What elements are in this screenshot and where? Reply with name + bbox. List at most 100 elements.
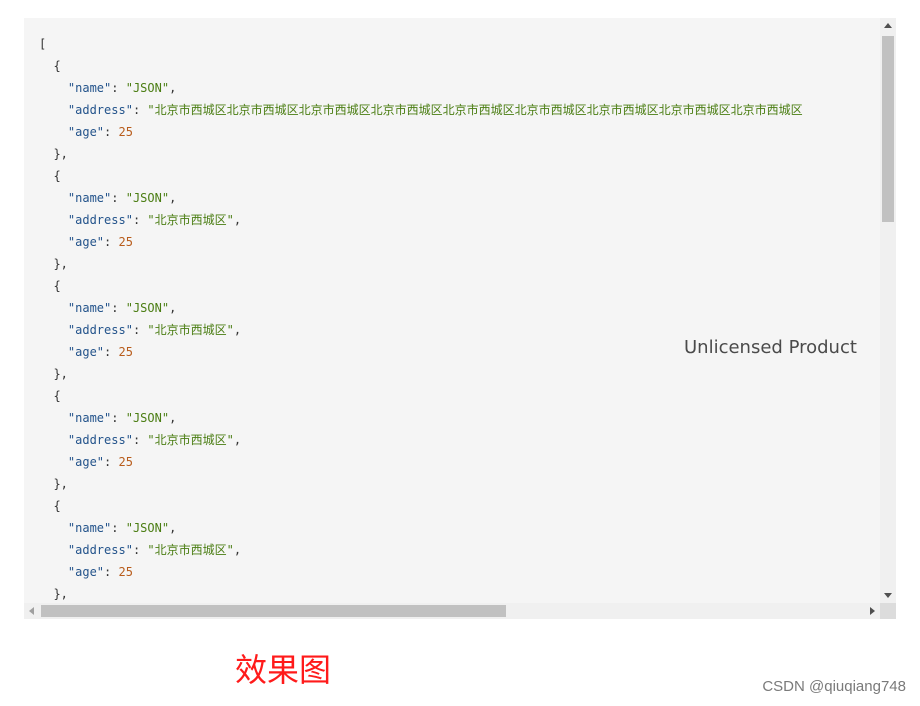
- json-punctuation: [39, 565, 68, 579]
- scrollbar-corner: [880, 603, 896, 619]
- code-line: "address": "北京市西城区",: [39, 539, 803, 561]
- code-line: "address": "北京市西城区北京市西城区北京市西城区北京市西城区北京市西…: [39, 99, 803, 121]
- json-key: "name": [67, 301, 112, 315]
- json-punctuation: :: [104, 235, 119, 249]
- json-punctuation: :: [104, 565, 119, 579]
- json-string-value: "JSON": [125, 191, 170, 205]
- unlicensed-watermark: Unlicensed Product: [684, 337, 857, 358]
- code-line: },: [39, 253, 803, 275]
- json-punctuation: ,: [233, 213, 242, 227]
- json-number-value: 25: [118, 345, 133, 359]
- json-string-value: "北京市西城区": [147, 323, 234, 337]
- json-key: "age": [67, 565, 105, 579]
- json-punctuation: :: [132, 543, 148, 557]
- json-key: "name": [67, 411, 112, 425]
- json-punctuation: [39, 521, 68, 535]
- json-punctuation: [39, 103, 68, 117]
- code-line: },: [39, 143, 803, 165]
- json-key: "age": [67, 125, 105, 139]
- json-punctuation: ,: [233, 433, 242, 447]
- json-punctuation: :: [104, 455, 119, 469]
- vertical-scroll-thumb[interactable]: [882, 36, 894, 222]
- json-punctuation: :: [111, 411, 126, 425]
- json-punctuation: [39, 125, 68, 139]
- code-line: {: [39, 275, 803, 297]
- json-string-value: "JSON": [125, 301, 170, 315]
- code-line: },: [39, 583, 803, 603]
- code-line: "age": 25: [39, 231, 803, 253]
- code-line: "age": 25: [39, 561, 803, 583]
- json-punctuation: :: [104, 345, 119, 359]
- json-string-value: "北京市西城区": [147, 433, 234, 447]
- scroll-right-arrow-icon[interactable]: [870, 607, 875, 615]
- code-line: "age": 25: [39, 451, 803, 473]
- json-string-value: "北京市西城区": [147, 213, 234, 227]
- code-line: "age": 25: [39, 121, 803, 143]
- json-punctuation: ,: [169, 81, 177, 95]
- code-line: {: [39, 385, 803, 407]
- horizontal-scroll-thumb[interactable]: [41, 605, 506, 617]
- json-punctuation: {: [39, 499, 61, 513]
- json-number-value: 25: [118, 235, 133, 249]
- json-string-value: "北京市西城区北京市西城区北京市西城区北京市西城区北京市西城区北京市西城区北京市…: [147, 103, 803, 117]
- json-punctuation: {: [39, 279, 61, 293]
- json-punctuation: :: [132, 323, 148, 337]
- json-punctuation: ,: [169, 411, 177, 425]
- caption-text: 效果图: [235, 651, 332, 689]
- vertical-scrollbar[interactable]: [880, 18, 896, 603]
- json-number-value: 25: [118, 125, 133, 139]
- json-code-area[interactable]: [ { "name": "JSON", "address": "北京市西城区北京…: [24, 18, 880, 603]
- json-punctuation: :: [132, 433, 148, 447]
- json-punctuation: :: [132, 103, 148, 117]
- json-punctuation: :: [111, 191, 126, 205]
- code-line: {: [39, 55, 803, 77]
- json-punctuation: },: [39, 147, 68, 161]
- json-punctuation: },: [39, 587, 68, 601]
- json-code-lines: [ { "name": "JSON", "address": "北京市西城区北京…: [39, 33, 803, 603]
- json-punctuation: [39, 455, 68, 469]
- json-punctuation: ,: [233, 543, 242, 557]
- code-line: "address": "北京市西城区",: [39, 209, 803, 231]
- json-key: "address": [67, 433, 133, 447]
- json-viewer: [ { "name": "JSON", "address": "北京市西城区北京…: [24, 18, 896, 619]
- json-punctuation: ,: [169, 191, 177, 205]
- json-punctuation: [39, 81, 68, 95]
- code-line: },: [39, 473, 803, 495]
- scroll-up-arrow-icon[interactable]: [884, 23, 892, 28]
- json-string-value: "JSON": [125, 521, 170, 535]
- code-line: {: [39, 165, 803, 187]
- horizontal-scrollbar[interactable]: [24, 603, 880, 619]
- json-key: "name": [67, 81, 112, 95]
- json-punctuation: ,: [169, 301, 177, 315]
- code-line: {: [39, 495, 803, 517]
- json-punctuation: :: [111, 301, 126, 315]
- json-punctuation: [39, 191, 68, 205]
- json-punctuation: },: [39, 477, 68, 491]
- code-line: },: [39, 363, 803, 385]
- scroll-down-arrow-icon[interactable]: [884, 593, 892, 598]
- scroll-left-arrow-icon[interactable]: [29, 607, 34, 615]
- json-punctuation: {: [39, 389, 61, 403]
- json-key: "name": [67, 191, 112, 205]
- code-line: "address": "北京市西城区",: [39, 429, 803, 451]
- json-punctuation: [39, 543, 68, 557]
- code-line: [: [39, 33, 803, 55]
- json-punctuation: {: [39, 169, 61, 183]
- json-punctuation: },: [39, 257, 68, 271]
- json-string-value: "JSON": [125, 81, 170, 95]
- json-punctuation: :: [111, 81, 126, 95]
- credit-watermark: CSDN @qiuqiang748: [762, 678, 906, 695]
- code-line: "name": "JSON",: [39, 187, 803, 209]
- code-line: "name": "JSON",: [39, 297, 803, 319]
- code-line: "name": "JSON",: [39, 77, 803, 99]
- json-punctuation: [: [39, 37, 47, 51]
- json-key: "address": [67, 103, 133, 117]
- json-key: "age": [67, 455, 105, 469]
- json-punctuation: [39, 301, 68, 315]
- code-line: "name": "JSON",: [39, 517, 803, 539]
- json-punctuation: :: [104, 125, 119, 139]
- json-punctuation: :: [111, 521, 126, 535]
- json-punctuation: [39, 323, 68, 337]
- code-line: "name": "JSON",: [39, 407, 803, 429]
- json-key: "name": [67, 521, 112, 535]
